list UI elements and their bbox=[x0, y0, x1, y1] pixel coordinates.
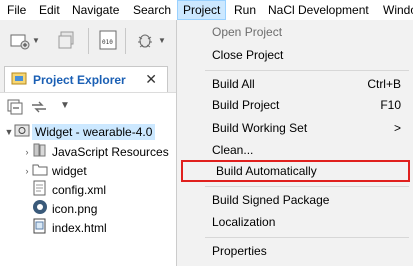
menu-item-label: Localization bbox=[212, 215, 276, 229]
tree-item-label: config.xml bbox=[52, 182, 107, 197]
tree-item-icon-png[interactable]: icon.png bbox=[32, 199, 97, 218]
shortcut-label: Ctrl+B bbox=[367, 77, 401, 91]
menu-item-close-project[interactable]: Close Project bbox=[177, 44, 413, 66]
menu-item-label: Build Working Set bbox=[212, 121, 308, 135]
tree-item-label: Widget - wearable-4.0 bbox=[32, 123, 156, 140]
new-project-button[interactable]: ▼ bbox=[8, 28, 40, 52]
menu-item-label: Build Project bbox=[212, 98, 280, 112]
save-icon bbox=[56, 29, 78, 51]
menu-item-build-signed-package[interactable]: Build Signed Package bbox=[177, 189, 413, 211]
tree-item-javascript-resources[interactable]: › JavaScript Resources bbox=[22, 142, 169, 161]
tree-item-config-xml[interactable]: config.xml bbox=[32, 180, 106, 199]
menu-item-label: Close Project bbox=[212, 48, 284, 62]
folder-icon bbox=[32, 161, 48, 180]
binary-button[interactable]: 010 bbox=[97, 28, 119, 52]
menu-item-properties[interactable]: Properties bbox=[177, 240, 413, 262]
tree-item-index-html[interactable]: index.html bbox=[32, 218, 107, 237]
menu-file[interactable]: File bbox=[2, 0, 31, 20]
menu-window[interactable]: Windo bbox=[378, 0, 413, 20]
toolbar-divider bbox=[125, 28, 126, 54]
menu-bar: File Edit Navigate Search Project Run Na… bbox=[0, 0, 413, 20]
menu-search[interactable]: Search bbox=[128, 0, 176, 20]
bug-icon bbox=[134, 29, 156, 51]
menu-run[interactable]: Run bbox=[229, 0, 261, 20]
tree-item-label: index.html bbox=[52, 220, 107, 235]
tree-item-project[interactable]: ▼ Widget - wearable-4.0 bbox=[4, 122, 156, 141]
menu-item-label: Build All bbox=[212, 77, 255, 91]
view-menu-icon[interactable]: ▼ bbox=[60, 100, 70, 111]
collapse-all-icon[interactable] bbox=[6, 98, 24, 119]
menu-edit[interactable]: Edit bbox=[34, 0, 65, 20]
toolbar-divider bbox=[88, 28, 89, 54]
project-explorer: Project Explorer ✕ ▼ ▼ Widget - wearable… bbox=[0, 64, 176, 266]
menu-divider bbox=[205, 237, 409, 238]
svg-text:010: 010 bbox=[102, 39, 113, 46]
expand-arrow-icon[interactable]: ▼ bbox=[4, 127, 14, 137]
menu-item-label: Open Project bbox=[212, 25, 283, 39]
binary-file-icon: 010 bbox=[97, 29, 119, 51]
menu-item-build-project[interactable]: Build Project F10 bbox=[177, 94, 413, 116]
tab-label: Project Explorer bbox=[33, 72, 126, 87]
library-icon bbox=[32, 142, 48, 161]
menu-divider bbox=[205, 70, 409, 71]
menu-project[interactable]: Project bbox=[177, 0, 227, 20]
submenu-arrow-icon: > bbox=[393, 121, 401, 135]
tab-project-explorer[interactable]: Project Explorer ✕ bbox=[4, 66, 168, 92]
menu-item-label: Build Automatically bbox=[216, 164, 317, 178]
menu-item-build-automatically[interactable]: Build Automatically bbox=[181, 160, 410, 182]
menu-navigate[interactable]: Navigate bbox=[67, 0, 124, 20]
debug-button[interactable]: ▼ bbox=[134, 28, 166, 52]
image-file-icon bbox=[32, 199, 48, 218]
shortcut-label: F10 bbox=[380, 98, 401, 112]
tree-item-widget-folder[interactable]: › widget bbox=[22, 161, 87, 180]
expand-arrow-icon[interactable]: › bbox=[22, 147, 32, 157]
project-explorer-icon bbox=[11, 70, 27, 89]
chevron-down-icon[interactable]: ▼ bbox=[32, 36, 40, 45]
menu-item-open-project[interactable]: Open Project bbox=[177, 21, 413, 43]
new-icon bbox=[8, 29, 30, 51]
menu-nacl-development[interactable]: NaCl Development bbox=[263, 0, 374, 20]
xml-file-icon bbox=[32, 180, 48, 199]
menu-item-localization[interactable]: Localization bbox=[177, 211, 413, 233]
html-file-icon bbox=[32, 218, 48, 237]
tab-bar: Project Explorer ✕ bbox=[0, 64, 176, 93]
view-toolbar: ▼ bbox=[0, 94, 176, 120]
close-icon[interactable]: ✕ bbox=[145, 71, 157, 88]
menu-item-build-all[interactable]: Build All Ctrl+B bbox=[177, 73, 413, 95]
project-menu-dropdown: Open Project Close Project Build All Ctr… bbox=[176, 20, 413, 266]
chevron-down-icon[interactable]: ▼ bbox=[158, 36, 166, 45]
save-all-button[interactable] bbox=[56, 28, 78, 52]
menu-item-label: Properties bbox=[212, 244, 267, 258]
tree-item-label: icon.png bbox=[52, 201, 98, 216]
menu-item-clean[interactable]: Clean... bbox=[177, 139, 413, 161]
project-icon bbox=[14, 122, 30, 141]
tree-item-label: widget bbox=[52, 163, 87, 178]
menu-item-build-working-set[interactable]: Build Working Set > bbox=[177, 117, 413, 139]
menu-item-label: Build Signed Package bbox=[212, 193, 330, 207]
link-with-editor-icon[interactable] bbox=[30, 98, 48, 119]
tree-item-label: JavaScript Resources bbox=[52, 144, 169, 159]
menu-divider bbox=[205, 186, 409, 187]
menu-item-label: Clean... bbox=[212, 143, 254, 157]
expand-arrow-icon[interactable]: › bbox=[22, 166, 32, 176]
